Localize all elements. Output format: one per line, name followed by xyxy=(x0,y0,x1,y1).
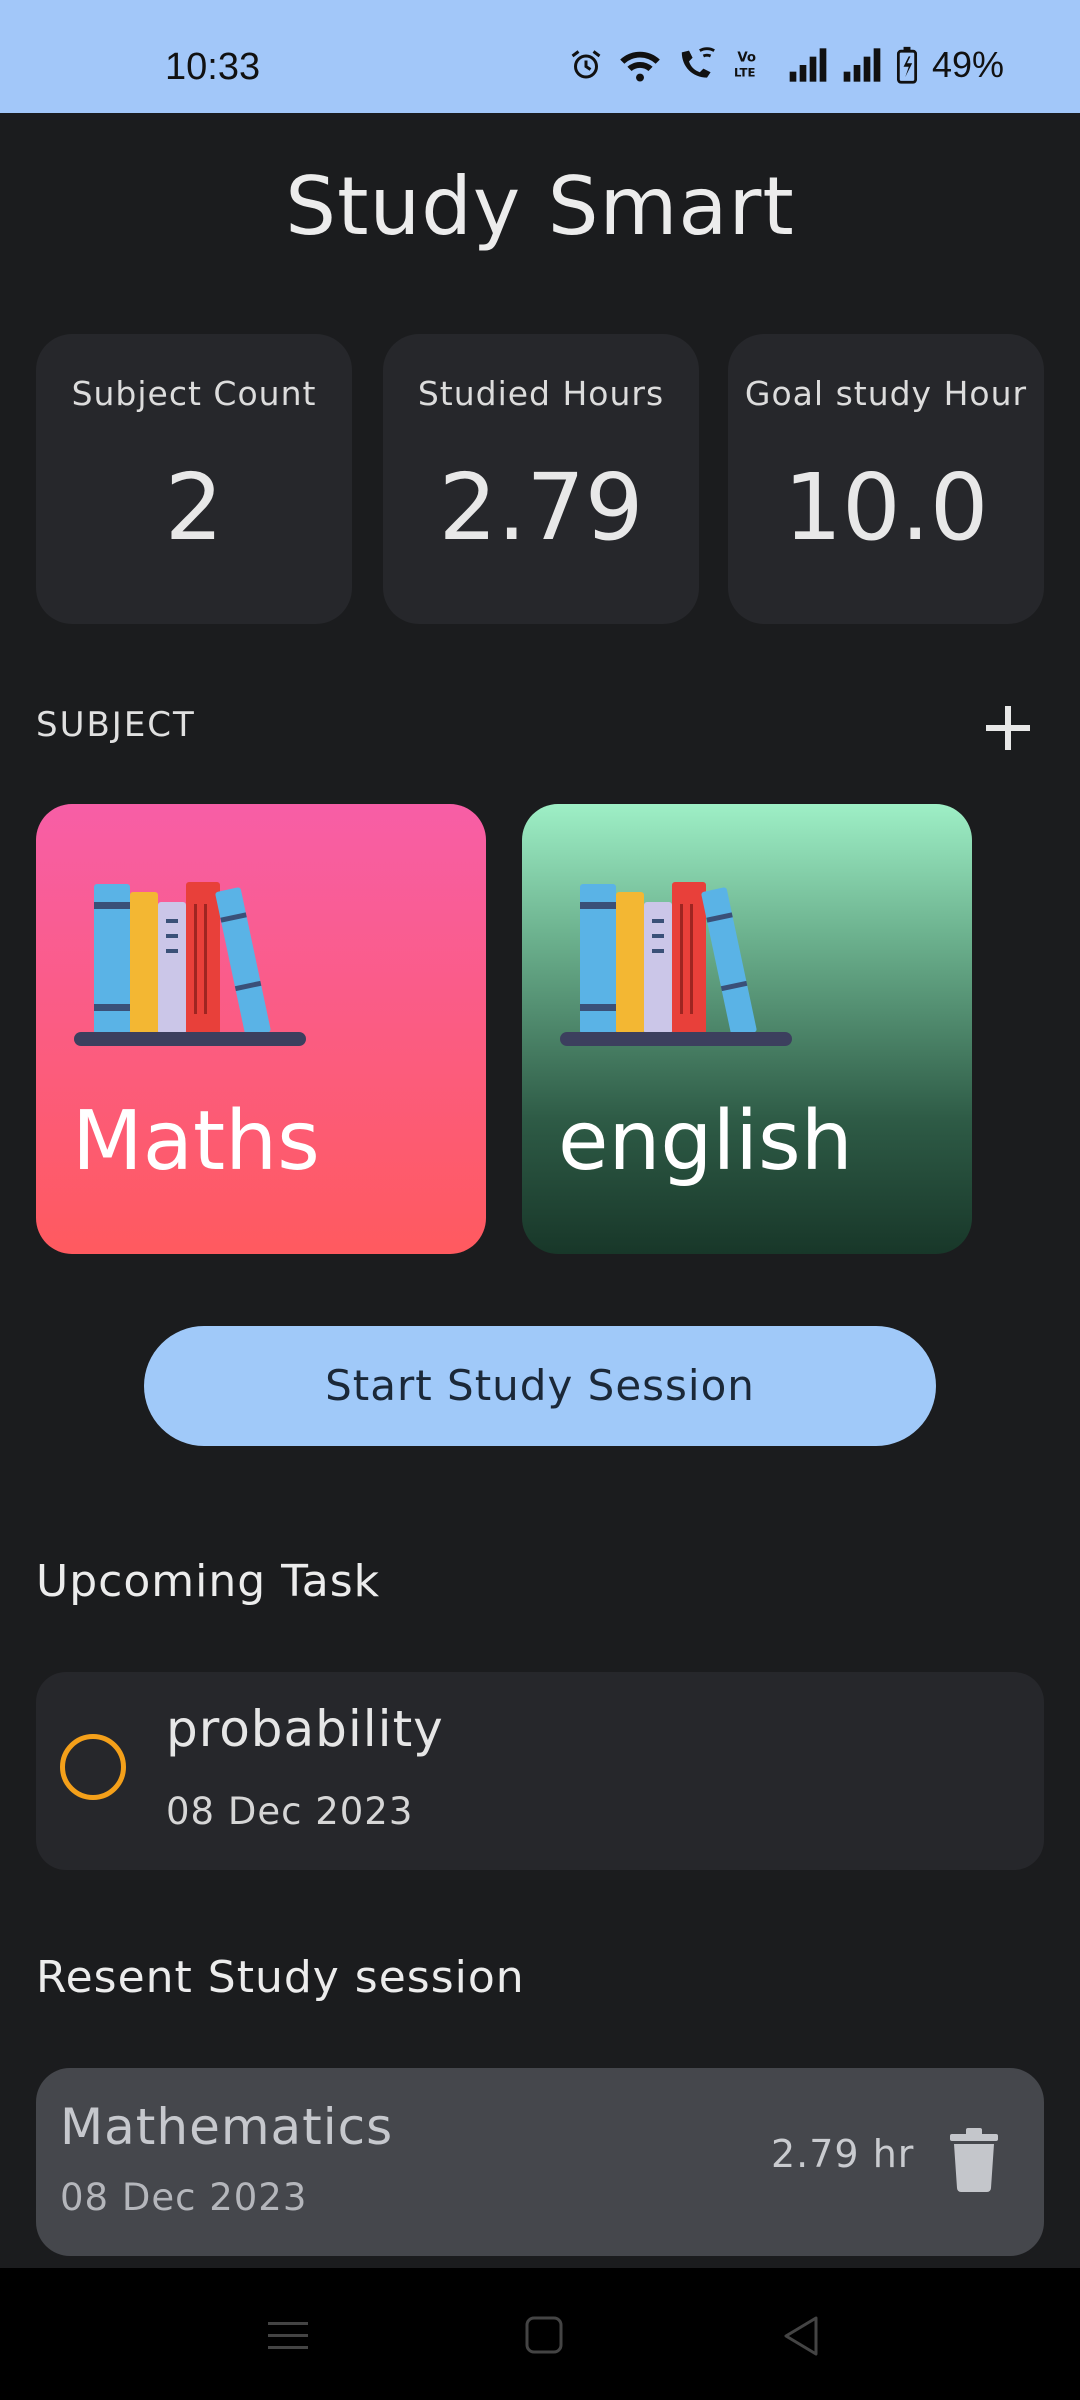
stat-label: Subject Count xyxy=(71,374,317,413)
status-bar: 10:33 Vo LTE 49% xyxy=(0,0,1080,113)
subject-card-english[interactable]: english xyxy=(522,804,972,1254)
stat-value: 2.79 xyxy=(438,454,644,561)
session-item[interactable]: Mathematics 08 Dec 2023 2.79 hr xyxy=(36,2068,1044,2256)
home-icon[interactable] xyxy=(514,2308,574,2364)
alarm-icon xyxy=(571,50,601,79)
books-icon xyxy=(560,882,792,1046)
delete-icon[interactable] xyxy=(946,2128,1002,2192)
books-icon xyxy=(74,882,306,1046)
svg-text:LTE: LTE xyxy=(734,66,755,80)
task-title: probability xyxy=(166,1700,444,1758)
volte-icon: Vo LTE xyxy=(734,51,756,80)
plus-icon[interactable] xyxy=(980,700,1036,756)
svg-text:Vo: Vo xyxy=(737,51,756,66)
battery-percent: 49% xyxy=(931,44,1004,85)
stat-card-goal-hours: Goal study Hour 10.0 xyxy=(728,334,1044,624)
start-study-session-button[interactable]: Start Study Session xyxy=(144,1326,936,1446)
stat-value: 2 xyxy=(164,454,224,561)
upcoming-task-heading: Upcoming Task xyxy=(36,1556,381,1607)
back-icon[interactable] xyxy=(772,2308,832,2364)
session-subject: Mathematics xyxy=(60,2098,394,2156)
stat-value: 10.0 xyxy=(783,454,989,561)
battery-charging-icon xyxy=(896,46,917,84)
task-checkbox[interactable] xyxy=(60,1734,126,1800)
stat-label: Studied Hours xyxy=(417,374,665,413)
recent-session-heading: Resent Study session xyxy=(36,1952,525,2003)
wifi-icon xyxy=(620,51,660,82)
system-navigation-bar xyxy=(0,2268,1080,2400)
wifi-calling-icon xyxy=(681,47,715,78)
stat-card-studied-hours: Studied Hours 2.79 xyxy=(383,334,699,624)
page-title: Study Smart xyxy=(285,160,795,253)
session-duration: 2.79 hr xyxy=(771,2132,915,2176)
status-icons: Vo LTE 49% xyxy=(568,44,1004,86)
subject-name: english xyxy=(558,1094,853,1189)
subject-section-label: SUBJECT xyxy=(36,705,196,745)
menu-icon[interactable] xyxy=(258,2308,318,2364)
subject-name: Maths xyxy=(72,1094,320,1189)
status-time: 10:33 xyxy=(165,46,261,88)
task-item[interactable]: probability 08 Dec 2023 xyxy=(36,1672,1044,1870)
task-date: 08 Dec 2023 xyxy=(166,1790,414,1833)
stat-card-subject-count: Subject Count 2 xyxy=(36,334,352,624)
session-date: 08 Dec 2023 xyxy=(60,2176,308,2219)
signal-icon xyxy=(789,48,827,82)
stat-label: Goal study Hour xyxy=(744,374,1028,413)
subject-card-maths[interactable]: Maths xyxy=(36,804,486,1254)
signal-icon xyxy=(843,48,881,82)
